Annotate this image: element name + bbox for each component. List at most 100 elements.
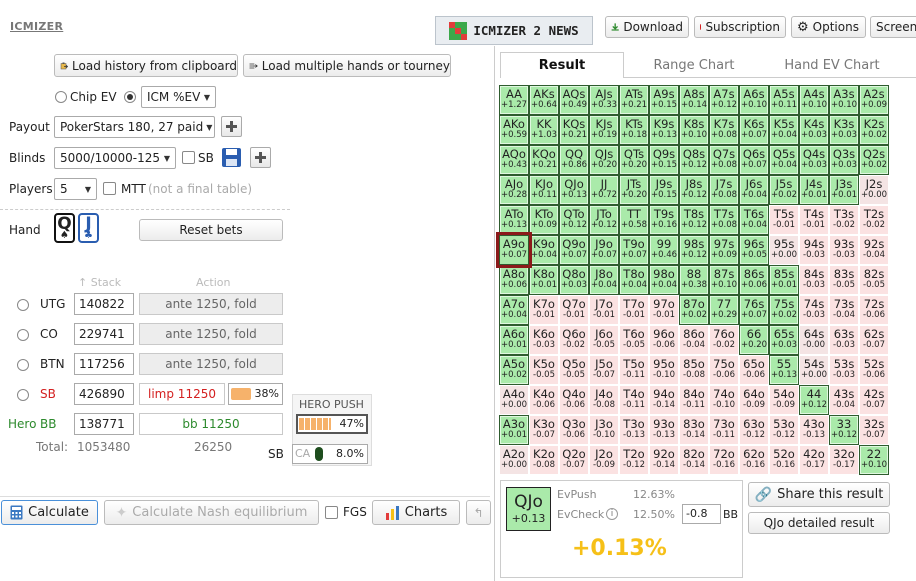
hand-cell-83o[interactable]: 83o -0.14 (679, 415, 709, 445)
hand-cell-96s[interactable]: 96s +0.05 (739, 235, 769, 265)
hand-cell-53s[interactable]: 53s -0.03 (829, 355, 859, 385)
hand-cell-72o[interactable]: 72o -0.16 (709, 445, 739, 475)
hand-cell-k5s[interactable]: K5s +0.04 (769, 115, 799, 145)
hand-cell-t8s[interactable]: T8s +0.12 (679, 205, 709, 235)
hand-cell-a8s[interactable]: A8s +0.14 (679, 85, 709, 115)
hand-cell-74s[interactable]: 74s -0.03 (799, 295, 829, 325)
add-payout-button[interactable] (221, 116, 242, 137)
hand-cell-t5o[interactable]: T5o -0.11 (619, 355, 649, 385)
hand-cell-t7o[interactable]: T7o -0.01 (619, 295, 649, 325)
hand-cell-93o[interactable]: 93o -0.13 (649, 415, 679, 445)
calculate-button[interactable]: Calculate (1, 500, 98, 525)
hand-cell-53o[interactable]: 53o -0.12 (769, 415, 799, 445)
hand-cell-t7s[interactable]: T7s +0.08 (709, 205, 739, 235)
hand-cell-87o[interactable]: 87o +0.02 (679, 295, 709, 325)
hand-cell-kts[interactable]: KTs +0.18 (619, 115, 649, 145)
hand-cell-99[interactable]: 99 +0.46 (649, 235, 679, 265)
download-button[interactable]: Download (605, 16, 689, 38)
hand-cell-43o[interactable]: 43o -0.13 (799, 415, 829, 445)
hand-cell-j7o[interactable]: J7o -0.01 (589, 295, 619, 325)
hand-cell-qjo[interactable]: QJo +0.13 (559, 175, 589, 205)
hand-cell-33[interactable]: 33 +0.12 (829, 415, 859, 445)
hand-cell-ajs[interactable]: AJs +0.33 (589, 85, 619, 115)
hand-cell-82o[interactable]: 82o -0.14 (679, 445, 709, 475)
hand-cell-54s[interactable]: 54s +0.00 (799, 355, 829, 385)
hand-cell-k6o[interactable]: K6o -0.03 (529, 325, 559, 355)
hand-cell-kjs[interactable]: KJs +0.19 (589, 115, 619, 145)
seat-radio-utg[interactable] (17, 299, 29, 311)
hand-cell-ako[interactable]: AKo +0.59 (499, 115, 529, 145)
hand-cell-a5s[interactable]: A5s +0.11 (769, 85, 799, 115)
hand-cell-95o[interactable]: 95o -0.10 (649, 355, 679, 385)
sb-call-bar[interactable]: CA 8.0% (292, 444, 368, 464)
hand-cell-t8o[interactable]: T8o +0.04 (619, 265, 649, 295)
payout-select[interactable]: PokerStars 180, 27 paid ▼ (54, 116, 215, 138)
hand-cell-t3s[interactable]: T3s -0.02 (829, 205, 859, 235)
action-co[interactable]: ante 1250, fold (139, 323, 283, 345)
hand-cell-q5o[interactable]: Q5o -0.05 (559, 355, 589, 385)
stack-input-sb[interactable]: 426890 (74, 383, 134, 405)
hero-card-1[interactable]: Q ♠ (54, 213, 75, 243)
hand-cell-86s[interactable]: 86s +0.06 (739, 265, 769, 295)
hand-cell-83s[interactable]: 83s -0.05 (829, 265, 859, 295)
hand-cell-q8s[interactable]: Q8s +0.12 (679, 145, 709, 175)
charts-button[interactable]: Charts (372, 500, 460, 525)
hand-cell-44[interactable]: 44 +0.12 (799, 385, 829, 415)
action-utg[interactable]: ante 1250, fold (139, 293, 283, 315)
hand-cell-64s[interactable]: 64s -0.00 (799, 325, 829, 355)
hand-cell-q7o[interactable]: Q7o -0.01 (559, 295, 589, 325)
hand-cell-64o[interactable]: 64o -0.09 (739, 385, 769, 415)
hand-cell-66[interactable]: 66 +0.20 (739, 325, 769, 355)
hand-cell-kqo[interactable]: KQo +0.21 (529, 145, 559, 175)
hand-cell-42o[interactable]: 42o -0.17 (799, 445, 829, 475)
hand-cell-q4s[interactable]: Q4s +0.03 (799, 145, 829, 175)
reset-bets-button[interactable]: Reset bets (139, 219, 283, 241)
save-blinds-button[interactable] (221, 147, 242, 168)
hand-cell-t3o[interactable]: T3o -0.13 (619, 415, 649, 445)
hand-cell-q2s[interactable]: Q2s +0.02 (859, 145, 889, 175)
hand-cell-j3o[interactable]: J3o -0.10 (589, 415, 619, 445)
hand-cell-qts[interactable]: QTs +0.20 (619, 145, 649, 175)
hand-cell-32o[interactable]: 32o -0.17 (829, 445, 859, 475)
hand-cell-87s[interactable]: 87s +0.10 (709, 265, 739, 295)
hand-cell-aa[interactable]: AA +1.27 (499, 85, 529, 115)
hand-cell-54o[interactable]: 54o -0.09 (769, 385, 799, 415)
hand-cell-a8o[interactable]: A8o +0.06 (499, 265, 529, 295)
hand-cell-q8o[interactable]: Q8o +0.03 (559, 265, 589, 295)
hand-cell-jts[interactable]: JTs +0.20 (619, 175, 649, 205)
hand-cell-76o[interactable]: 76o -0.02 (709, 325, 739, 355)
hand-cell-63o[interactable]: 63o -0.12 (739, 415, 769, 445)
hand-cell-jto[interactable]: JTo +0.12 (589, 205, 619, 235)
hand-cell-qjs[interactable]: QJs +0.20 (589, 145, 619, 175)
hand-cell-k4o[interactable]: K4o -0.06 (529, 385, 559, 415)
hand-cell-kto[interactable]: KTo +0.09 (529, 205, 559, 235)
hand-cell-a7o[interactable]: A7o +0.04 (499, 295, 529, 325)
add-blinds-button[interactable] (250, 147, 271, 168)
hand-cell-k8o[interactable]: K8o +0.01 (529, 265, 559, 295)
action-bb[interactable]: bb 11250 (139, 413, 283, 435)
seat-radio-sb[interactable] (17, 389, 29, 401)
icm-radio[interactable] (124, 91, 136, 103)
hand-cell-a6s[interactable]: A6s +0.10 (739, 85, 769, 115)
icm-mode-select[interactable]: ICM %EV ▼ (141, 86, 216, 108)
hand-cell-t6o[interactable]: T6o -0.05 (619, 325, 649, 355)
hand-cell-q3s[interactable]: Q3s +0.03 (829, 145, 859, 175)
hand-cell-j5s[interactable]: J5s +0.02 (769, 175, 799, 205)
info-icon[interactable]: i (606, 508, 618, 520)
tab-range-chart[interactable]: Range Chart (624, 52, 764, 78)
hand-cell-42s[interactable]: 42s -0.07 (859, 385, 889, 415)
hand-cell-j6s[interactable]: J6s +0.04 (739, 175, 769, 205)
brand-logo[interactable]: ICMIZER (10, 20, 63, 33)
hand-cell-aks[interactable]: AKs +0.64 (529, 85, 559, 115)
hand-cell-92o[interactable]: 92o -0.14 (649, 445, 679, 475)
hand-cell-t9o[interactable]: T9o +0.07 (619, 235, 649, 265)
players-select[interactable]: 5 ▼ (54, 178, 97, 200)
hand-cell-q9s[interactable]: Q9s +0.15 (649, 145, 679, 175)
hand-cell-kqs[interactable]: KQs +0.21 (559, 115, 589, 145)
hand-cell-85o[interactable]: 85o -0.08 (679, 355, 709, 385)
hero-card-2[interactable]: J ♣ (78, 213, 99, 243)
hand-cell-55[interactable]: 55 +0.13 (769, 355, 799, 385)
hand-cell-22[interactable]: 22 +0.10 (859, 445, 889, 475)
hand-cell-97o[interactable]: 97o -0.01 (649, 295, 679, 325)
options-button[interactable]: ⚙ Options (791, 16, 866, 38)
